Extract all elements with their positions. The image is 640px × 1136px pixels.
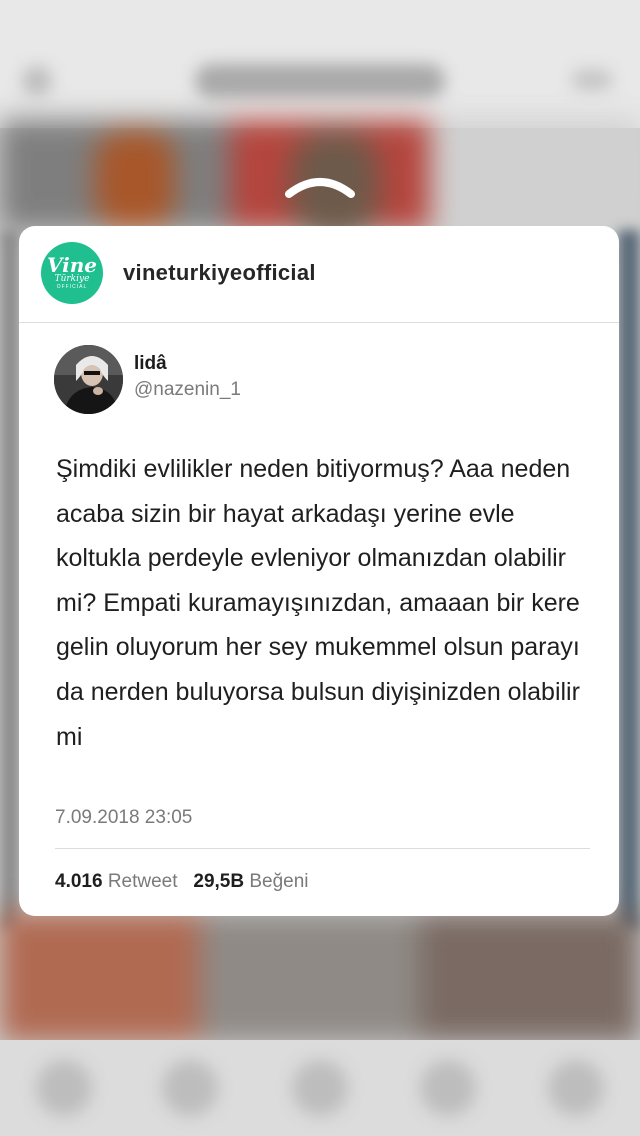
background-home-icon bbox=[36, 1060, 92, 1116]
divider bbox=[55, 848, 590, 849]
logo-word: Vine bbox=[46, 252, 98, 277]
tweet-author-avatar bbox=[54, 345, 123, 414]
background-back-icon bbox=[22, 66, 52, 96]
chevron-up-icon[interactable] bbox=[283, 168, 357, 202]
post-preview-card[interactable]: Vine Türkiye OFFICIAL vineturkiyeofficia… bbox=[19, 226, 619, 916]
retweet-count: 4.016 bbox=[55, 871, 103, 892]
tweet-text: Şimdiki evlilikler neden bitiyormuş? Aaa… bbox=[56, 455, 580, 751]
background-photos-bottom bbox=[0, 912, 640, 1042]
account-avatar[interactable]: Vine Türkiye OFFICIAL bbox=[41, 242, 103, 304]
logo-tag: OFFICIAL bbox=[56, 283, 88, 290]
background-photo-left bbox=[0, 230, 20, 930]
background-title bbox=[195, 64, 445, 98]
background-heart-icon bbox=[420, 1060, 476, 1116]
background-photo-right bbox=[618, 230, 640, 930]
tweet-author-name: lidâ bbox=[134, 353, 167, 374]
tweet-timestamp: 7.09.2018 23:05 bbox=[55, 807, 193, 828]
background-menu-icon bbox=[572, 70, 612, 90]
logo-sub: Türkiye bbox=[54, 273, 90, 284]
post-header: Vine Türkiye OFFICIAL vineturkiyeofficia… bbox=[19, 226, 619, 323]
background-add-icon bbox=[292, 1060, 348, 1116]
background-search-icon bbox=[162, 1060, 218, 1116]
tweet-stats: 4.016 Retweet 29,5B Beğeni bbox=[55, 871, 309, 893]
tweet-author-handle: @nazenin_1 bbox=[134, 379, 241, 400]
retweet-label: Retweet bbox=[107, 871, 178, 892]
like-count: 29,5B bbox=[193, 871, 245, 892]
like-label: Beğeni bbox=[249, 871, 309, 892]
background-profile-icon bbox=[548, 1060, 604, 1116]
account-username[interactable]: vineturkiyeofficial bbox=[123, 260, 316, 286]
